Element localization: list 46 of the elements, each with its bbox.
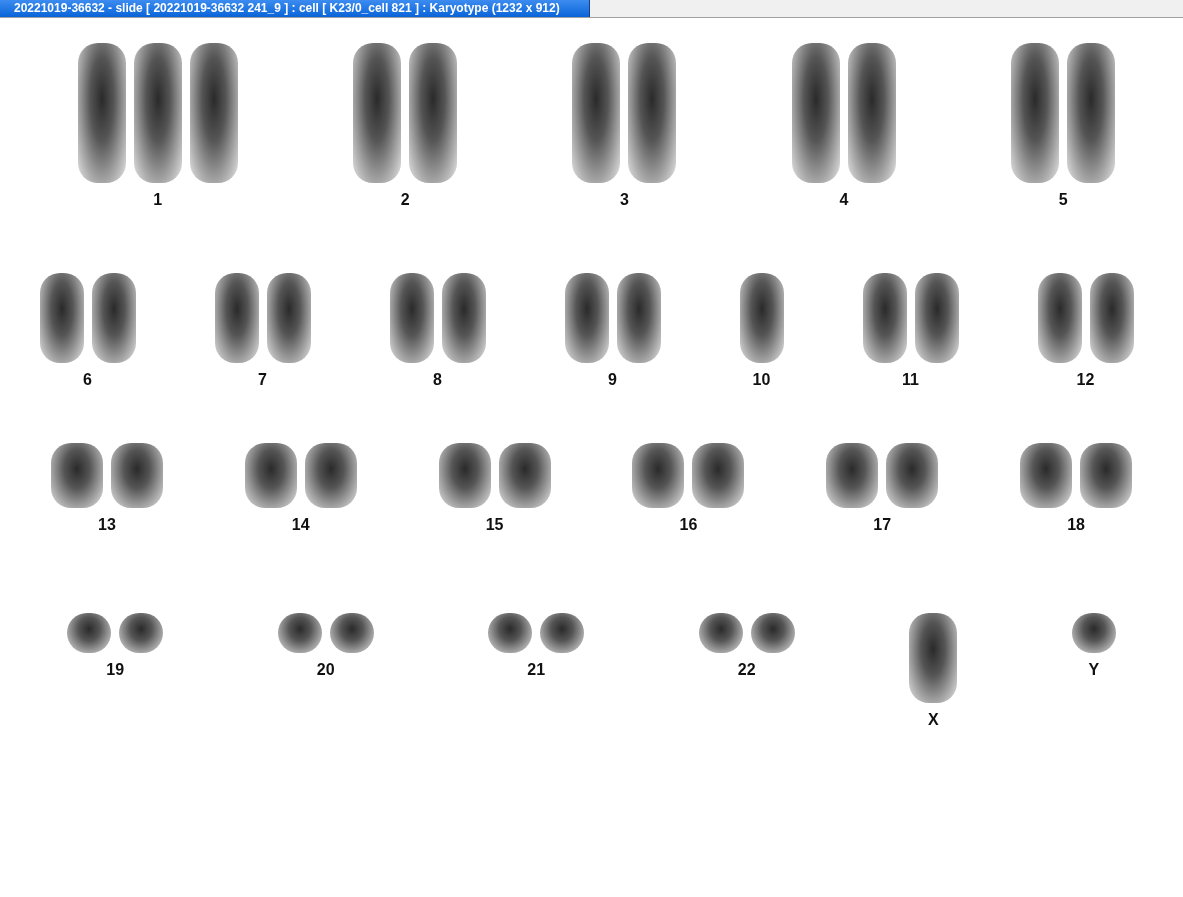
chromosome-label: 22 <box>737 661 756 679</box>
chromosome-label: 6 <box>83 371 92 389</box>
chromosome-label: 2 <box>400 191 410 209</box>
chromosome-image <box>244 443 297 508</box>
chromosome-label: 5 <box>1058 191 1068 209</box>
chromosome-label: Y <box>1088 661 1100 679</box>
chromosome-image <box>498 443 551 508</box>
chromosome-label: 20 <box>316 661 335 679</box>
chromosome-label: 8 <box>433 371 442 389</box>
chromosome-label: X <box>927 711 939 729</box>
chromosome-image <box>67 613 112 653</box>
chromosome-label: 18 <box>1067 516 1085 534</box>
chromosome-label: 9 <box>608 371 617 389</box>
chromosome-label: 21 <box>527 661 546 679</box>
chromosome-image <box>329 613 374 653</box>
chromosome-image <box>632 443 685 508</box>
chromosome-image <box>110 443 163 508</box>
chromosome-label: 11 <box>902 371 919 389</box>
chromosome-label: 14 <box>291 516 310 534</box>
chromosome-image <box>119 613 164 653</box>
chromosome-label: 4 <box>839 191 849 209</box>
chromosome-image <box>1020 443 1073 508</box>
chromosome-image <box>277 613 322 653</box>
chromosome-label: 13 <box>98 516 116 534</box>
chromosome-image <box>438 443 491 508</box>
chromosome-image <box>50 443 103 508</box>
chromosome-image <box>698 613 743 653</box>
chromosome-label: 1 <box>153 191 163 209</box>
chromosome-label: 17 <box>873 516 892 534</box>
chromosome-image <box>540 613 585 653</box>
chromosome-label: 12 <box>1076 371 1095 389</box>
chromosome-label: 16 <box>679 516 698 534</box>
chromosome-image <box>304 443 357 508</box>
chromosome-image <box>750 613 795 653</box>
chromosome-label: 3 <box>620 191 629 209</box>
chromosome-image <box>886 443 939 508</box>
chromosome-label: 7 <box>258 371 267 389</box>
chromosome-image <box>488 613 533 653</box>
chromosome-label: 19 <box>106 661 125 679</box>
chromosome-image <box>1071 613 1116 653</box>
chromosome-image <box>692 443 745 508</box>
chromosome-image <box>826 443 879 508</box>
window-title: 20221019-36632 - slide [ 20221019-36632 241_9 ] : cell [ K23/0_cell 821 ] : Karyotype (1232 x 912) <box>0 0 590 17</box>
chromosome-label: 15 <box>485 516 504 534</box>
chromosome-image <box>1080 443 1133 508</box>
chromosome-label: 10 <box>752 371 771 389</box>
